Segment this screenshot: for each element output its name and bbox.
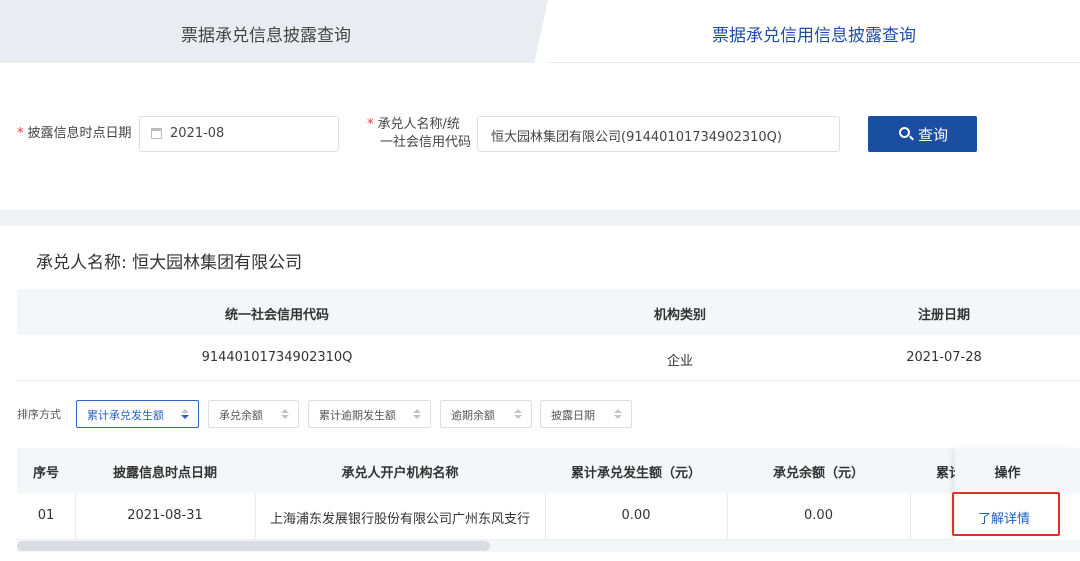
header-institution: 承兑人开户机构名称 xyxy=(341,466,459,481)
tab-divider xyxy=(548,62,1080,63)
column-divider xyxy=(75,493,76,539)
info-org-type: 企业 xyxy=(666,354,693,369)
sort-arrows-icon xyxy=(514,409,522,420)
row-institution: 上海浦东发展银行股份有限公司广州东风支行 xyxy=(269,512,530,527)
info-table-header: 统一社会信用代码 机构类别 注册日期 xyxy=(17,289,1080,335)
sort-arrows-icon xyxy=(413,409,421,420)
info-header-org-type: 机构类别 xyxy=(653,308,706,323)
row-index: 01 xyxy=(37,508,55,523)
acceptor-name-value: 恒大园林集团有限公司(91440101734902310Q) xyxy=(491,130,782,145)
fixed-action-header: 操作 xyxy=(955,448,1080,493)
sort-option-label: 累计逾期发生额 xyxy=(319,409,396,422)
header-index: 序号 xyxy=(32,466,59,481)
sort-overdue-balance[interactable]: 逾期余额 xyxy=(440,400,532,428)
acceptor-name: 恒大园林集团有限公司 xyxy=(132,253,303,273)
row-balance: 0.00 xyxy=(804,508,833,523)
tab-acceptance-credit-info[interactable]: 票据承兑信用信息披露查询 xyxy=(548,0,1080,63)
query-button-label: 查询 xyxy=(918,126,949,144)
sort-acceptance-balance[interactable]: 承兑余额 xyxy=(208,400,299,428)
section-divider xyxy=(0,210,1080,226)
header-balance: 承兑余额（元） xyxy=(772,466,864,481)
info-reg-date: 2021-07-28 xyxy=(906,350,982,365)
tab-acceptance-info[interactable]: 票据承兑信息披露查询 xyxy=(0,0,548,63)
sort-option-label: 逾期余额 xyxy=(451,409,495,422)
sort-label: 排序方式 xyxy=(17,408,61,421)
sort-arrows-icon xyxy=(281,409,289,420)
column-divider xyxy=(727,493,728,539)
info-credit-code: 91440101734902310Q xyxy=(201,350,353,365)
row-date: 2021-08-31 xyxy=(127,508,203,523)
sort-option-label: 披露日期 xyxy=(551,409,595,422)
header-date: 披露信息时点日期 xyxy=(112,466,217,481)
calendar-icon xyxy=(151,128,162,139)
name-label-line1: 承兑人名称/统 xyxy=(377,117,460,132)
sort-cumulative-acceptance[interactable]: 累计承兑发生额 xyxy=(76,400,199,428)
tab-bar: 票据承兑信息披露查询 票据承兑信用信息披露查询 xyxy=(0,0,1080,63)
info-header-credit-code: 统一社会信用代码 xyxy=(224,308,329,323)
date-label-text: 披露信息时点日期 xyxy=(27,126,132,141)
info-table-row: 91440101734902310Q 企业 2021-07-28 xyxy=(17,335,1080,381)
sort-cumulative-overdue[interactable]: 累计逾期发生额 xyxy=(308,400,431,428)
header-action: 操作 xyxy=(994,466,1021,481)
date-value: 2021-08 xyxy=(170,126,225,141)
highlight-annotation-box xyxy=(952,492,1060,536)
acceptor-title: 承兑人名称: 恒大园林集团有限公司 xyxy=(36,248,302,273)
name-field-label: * 承兑人名称/统 一社会信用代码 xyxy=(367,116,471,152)
date-field-label: * 披露信息时点日期 xyxy=(17,125,132,143)
query-button[interactable]: 查询 xyxy=(868,116,977,152)
required-mark: * xyxy=(367,117,374,132)
column-divider xyxy=(255,493,256,539)
sort-option-label: 承兑余额 xyxy=(219,409,263,422)
info-header-reg-date: 注册日期 xyxy=(917,308,970,323)
table-row: 01 2021-08-31 上海浦东发展银行股份有限公司广州东风支行 0.00 … xyxy=(17,493,1080,540)
scrollbar-thumb[interactable] xyxy=(17,541,490,551)
header-cumulative: 累计承兑发生额（元） xyxy=(570,466,701,481)
sort-option-label: 累计承兑发生额 xyxy=(87,409,164,422)
sort-arrows-icon xyxy=(614,409,622,420)
required-mark: * xyxy=(17,126,24,141)
acceptor-title-prefix: 承兑人名称: xyxy=(36,253,127,273)
tab-acceptance-info-label: 票据承兑信息披露查询 xyxy=(181,26,351,46)
main-table-header: 序号 披露信息时点日期 承兑人开户机构名称 累计承兑发生额（元） 承兑余额（元）… xyxy=(17,448,1080,493)
column-divider xyxy=(910,493,911,539)
search-icon xyxy=(899,127,910,138)
row-cumulative: 0.00 xyxy=(621,508,651,523)
name-label-line2: 一社会信用代码 xyxy=(380,135,472,150)
date-picker-input[interactable]: 2021-08 xyxy=(139,116,339,152)
sort-disclosure-date[interactable]: 披露日期 xyxy=(540,400,632,428)
tab-acceptance-credit-info-label: 票据承兑信用信息披露查询 xyxy=(712,26,916,46)
acceptor-name-input[interactable]: 恒大园林集团有限公司(91440101734902310Q) xyxy=(477,116,840,152)
column-divider xyxy=(545,493,546,539)
sort-arrows-icon xyxy=(181,409,189,420)
